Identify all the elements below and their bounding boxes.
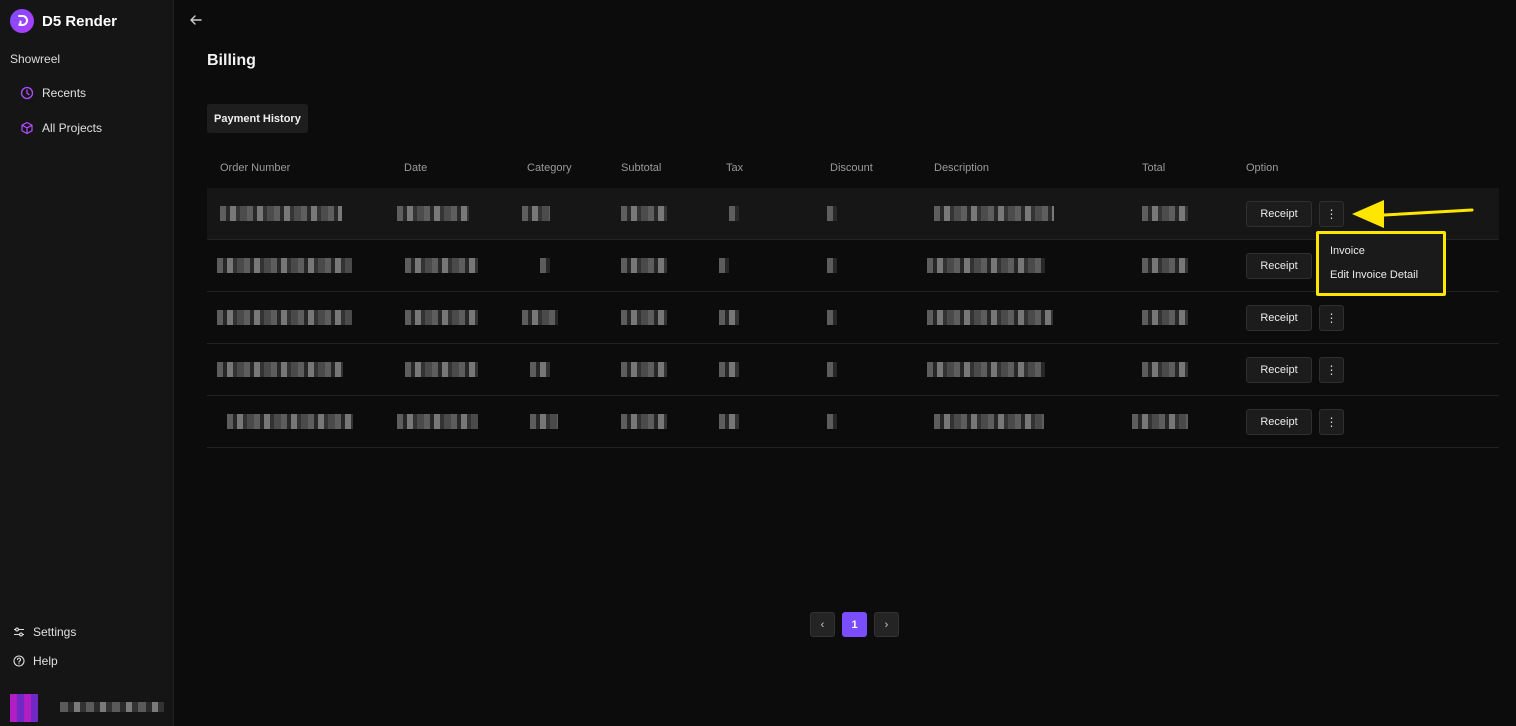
redacted-subtotal: [621, 414, 667, 429]
redacted-date: [405, 258, 478, 273]
redacted-category: [540, 258, 550, 273]
redacted-category: [522, 310, 558, 325]
redacted-description: [927, 310, 1053, 325]
more-options-icon[interactable]: ⋮: [1319, 409, 1344, 435]
tab-payment-history[interactable]: Payment History: [207, 104, 308, 133]
user-profile[interactable]: [0, 690, 174, 726]
app-name: D5 Render: [42, 12, 118, 30]
more-options-icon[interactable]: ⋮: [1319, 305, 1344, 331]
redacted-description: [927, 258, 1045, 273]
redacted-discount: [827, 206, 837, 221]
redacted-order-number: [220, 206, 342, 221]
back-arrow-icon[interactable]: [188, 12, 204, 28]
column-header: Discount: [830, 162, 873, 174]
redacted-order-number: [217, 258, 352, 273]
redacted-description: [934, 414, 1044, 429]
column-header: Order Number: [220, 162, 291, 174]
redacted-order-number: [227, 414, 353, 429]
receipt-button[interactable]: Receipt: [1246, 357, 1312, 383]
annotation-arrow-icon: [1352, 200, 1474, 228]
help-circle-icon: [13, 655, 25, 667]
redacted-discount: [827, 258, 837, 273]
column-header: Category: [527, 162, 572, 174]
options-dropdown-menu: Invoice Edit Invoice Detail: [1316, 231, 1446, 296]
clock-icon: [20, 86, 34, 100]
user-name-redacted: [60, 702, 164, 712]
column-header: Date: [404, 162, 428, 174]
sidebar: D5 Render Showreel Recents All Projects …: [0, 0, 174, 726]
redacted-total: [1142, 362, 1188, 377]
menu-item-invoice[interactable]: Invoice: [1330, 245, 1365, 257]
column-header: Subtotal: [621, 162, 662, 174]
column-header: Tax: [726, 162, 744, 174]
workspace-name[interactable]: Showreel: [10, 52, 60, 66]
redacted-date: [405, 310, 478, 325]
redacted-order-number: [217, 362, 343, 377]
redacted-description: [927, 362, 1045, 377]
sidebar-item-label: Help: [33, 654, 58, 668]
brand[interactable]: D5 Render: [10, 9, 117, 33]
redacted-description: [934, 206, 1054, 221]
redacted-date: [405, 362, 478, 377]
receipt-button[interactable]: Receipt: [1246, 201, 1312, 227]
sidebar-item-all-projects[interactable]: All Projects: [20, 121, 102, 135]
column-header: Total: [1142, 162, 1166, 174]
redacted-date: [397, 206, 469, 221]
sidebar-item-label: Settings: [33, 625, 77, 639]
redacted-order-number: [217, 310, 352, 325]
redacted-subtotal: [621, 206, 667, 221]
table-row: Receipt ⋮: [207, 188, 1499, 240]
redacted-subtotal: [621, 310, 667, 325]
redacted-total: [1142, 206, 1188, 221]
sliders-icon: [14, 627, 24, 637]
redacted-total: [1132, 414, 1188, 429]
avatar: [10, 694, 38, 722]
d5-logo-icon: [10, 9, 34, 33]
menu-item-edit-invoice-detail[interactable]: Edit Invoice Detail: [1330, 269, 1418, 281]
prev-page-button[interactable]: ‹: [810, 612, 835, 637]
redacted-date: [397, 414, 478, 429]
sidebar-item-help[interactable]: Help: [13, 654, 58, 668]
more-options-icon[interactable]: ⋮: [1319, 357, 1344, 383]
redacted-discount: [827, 362, 837, 377]
redacted-tax: [719, 414, 739, 429]
redacted-subtotal: [621, 362, 667, 377]
redacted-tax: [719, 362, 739, 377]
redacted-category: [522, 206, 550, 221]
pagination: ‹ 1 ›: [810, 612, 899, 637]
receipt-button[interactable]: Receipt: [1246, 253, 1312, 279]
redacted-total: [1142, 258, 1188, 273]
redacted-tax: [719, 310, 739, 325]
app-window: D5 Render Showreel Recents All Projects …: [0, 0, 1516, 726]
table-row: Receipt ⋮: [207, 396, 1499, 448]
redacted-tax: [719, 258, 729, 273]
table-header: Order Number Date Category Subtotal Tax …: [207, 152, 1499, 188]
sidebar-item-recents[interactable]: Recents: [20, 86, 86, 100]
redacted-category: [530, 362, 550, 377]
column-header: Description: [934, 162, 990, 174]
next-page-button[interactable]: ›: [874, 612, 899, 637]
page-title: Billing: [207, 52, 256, 69]
redacted-subtotal: [621, 258, 667, 273]
cube-icon: [21, 121, 33, 135]
sidebar-item-settings[interactable]: Settings: [13, 625, 76, 639]
redacted-category: [530, 414, 558, 429]
table-row: Receipt: [207, 240, 1499, 292]
table-row: Receipt ⋮: [207, 292, 1499, 344]
redacted-discount: [827, 414, 837, 429]
more-options-icon[interactable]: ⋮: [1319, 201, 1344, 227]
redacted-tax: [729, 206, 739, 221]
table-row: Receipt ⋮: [207, 344, 1499, 396]
receipt-button[interactable]: Receipt: [1246, 305, 1312, 331]
redacted-total: [1142, 310, 1188, 325]
sidebar-item-label: Recents: [42, 86, 87, 100]
redacted-discount: [827, 310, 837, 325]
payment-history-table: Order Number Date Category Subtotal Tax …: [207, 152, 1499, 448]
page-number-button[interactable]: 1: [842, 612, 867, 637]
receipt-button[interactable]: Receipt: [1246, 409, 1312, 435]
sidebar-item-label: All Projects: [42, 121, 103, 135]
column-header: Option: [1246, 162, 1279, 174]
